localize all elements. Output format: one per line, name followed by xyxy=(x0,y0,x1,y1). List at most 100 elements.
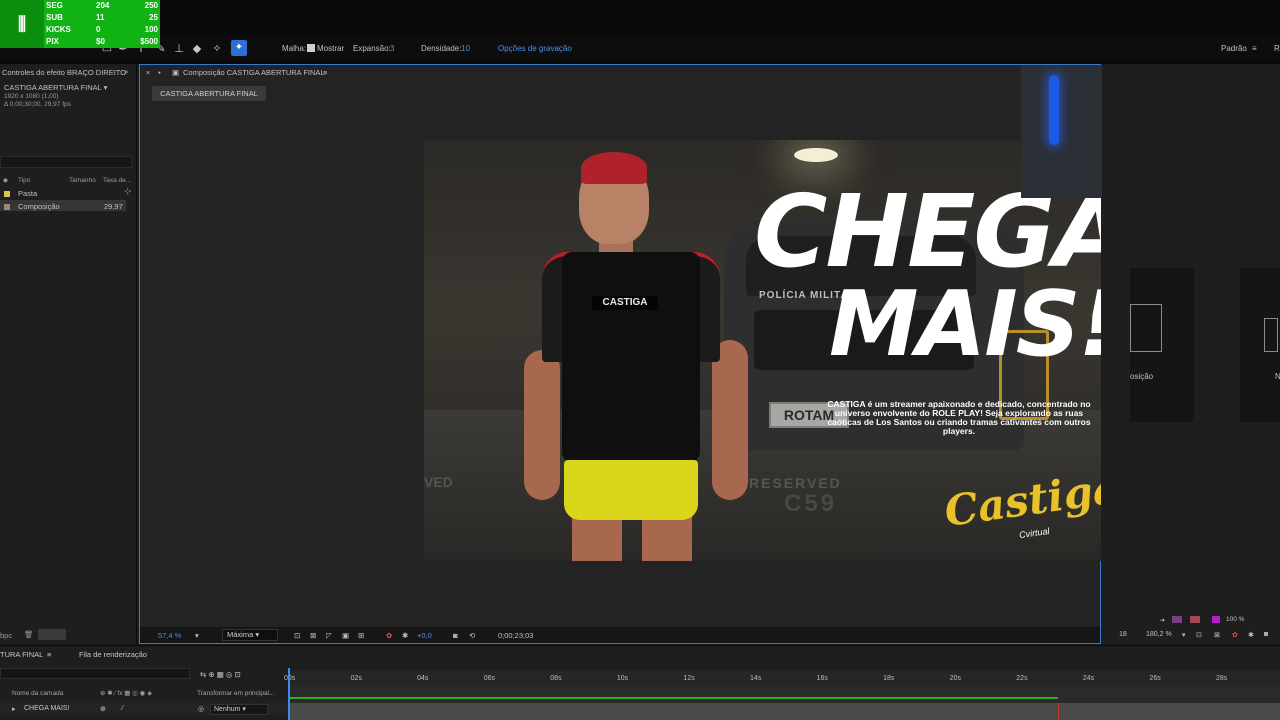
composition-tab[interactable]: Composição CASTIGA ABERTURA FINAL xyxy=(183,68,325,77)
work-area-bar[interactable] xyxy=(288,697,1058,699)
layer-name[interactable]: CHEGA MAIS! xyxy=(24,705,70,712)
column-size[interactable]: Tamanho xyxy=(69,177,96,184)
character-left-arm xyxy=(524,350,560,500)
checkbox-icon[interactable] xyxy=(307,44,315,52)
webcam-led-light xyxy=(1049,75,1059,145)
parent-select[interactable]: Nenhum ▾ xyxy=(210,704,268,715)
column-type[interactable]: Tipo xyxy=(18,177,30,184)
right-percent[interactable]: 100 % xyxy=(1226,616,1244,623)
stamp-tool-icon[interactable]: ⊥ xyxy=(172,42,186,56)
flowchart-icon[interactable]: ⊹ xyxy=(124,186,132,197)
timeline-ruler[interactable] xyxy=(288,670,1280,686)
composition-canvas[interactable]: POLÍCIA MILITAR ROTAM RESERVED C59 VED C… xyxy=(424,140,1101,561)
overlay-goal: $500 xyxy=(140,37,158,46)
frame-label: 18 xyxy=(1119,631,1127,638)
overlay-label: SUB xyxy=(46,13,63,22)
viewer-control-bar xyxy=(140,627,1100,643)
workspace-menu-icon[interactable]: ≡ xyxy=(1252,44,1257,53)
workspace-default[interactable]: Padrão xyxy=(1221,44,1247,53)
right-swatch-purple[interactable] xyxy=(1172,616,1182,623)
grid-icon[interactable]: ⊞ xyxy=(358,631,364,640)
densidade-value[interactable]: 10 xyxy=(461,44,470,53)
item-color-swatch[interactable] xyxy=(4,204,10,210)
lock-icon[interactable]: ▪ xyxy=(158,68,161,77)
right-settings-icon[interactable]: ✱ xyxy=(1248,631,1254,639)
layer-duration-bar[interactable] xyxy=(288,703,1280,720)
current-timecode[interactable]: 0;00;23;03 xyxy=(498,631,533,640)
project-panel xyxy=(0,64,137,644)
timeline-tick-label: 04s xyxy=(417,675,429,682)
overlay-goal: 25 xyxy=(149,13,158,22)
timeline-tick-label: 02s xyxy=(350,675,362,682)
overlay-value: 11 xyxy=(96,13,105,22)
eraser-tool-icon[interactable]: ◆ xyxy=(190,42,204,56)
composition-breadcrumb[interactable]: CASTIGA ABERTURA FINAL xyxy=(152,86,266,101)
timeline-switch-icons[interactable]: ⇆ ⊕ ▦ ◎ ⊡ xyxy=(200,670,241,679)
trash-icon[interactable]: 🗑 xyxy=(24,630,34,639)
project-item-rate: 29,97 xyxy=(104,202,123,211)
recording-options-link[interactable]: Opções de gravação xyxy=(498,44,572,53)
roto-brush-tool-icon[interactable]: ✧ xyxy=(210,42,224,56)
right-grid-icon[interactable]: ⊠ xyxy=(1214,631,1220,639)
channel-icon[interactable]: ✿ xyxy=(386,631,392,640)
color-settings-icon[interactable]: ✱ xyxy=(402,631,408,640)
timeline-tick-label: 20s xyxy=(949,675,961,682)
close-tab-icon[interactable]: × xyxy=(146,68,150,77)
timeline-tick-label: 14s xyxy=(750,675,762,682)
guides-icon[interactable]: ▣ xyxy=(342,631,349,640)
column-rate[interactable]: Taxa de... xyxy=(103,177,131,184)
right-zoom-dropdown-icon[interactable]: ▾ xyxy=(1182,631,1186,639)
right-view-icon[interactable]: ⊡ xyxy=(1196,631,1202,639)
tab-menu-icon[interactable]: ≡ xyxy=(323,68,327,77)
exposure-value[interactable]: +0,0 xyxy=(417,631,432,640)
zoom-level[interactable]: 57,4 % xyxy=(158,631,181,640)
snapshot-icon[interactable]: ◙ xyxy=(453,631,458,640)
zoom-dropdown-icon[interactable]: ▾ xyxy=(195,631,199,640)
timeline-comp-tab[interactable]: TURA FINAL xyxy=(0,650,43,659)
layer-shy-icon[interactable]: ⊕ xyxy=(100,705,106,713)
transparency-grid-icon[interactable]: ⊠ xyxy=(310,631,316,640)
project-comp-resolution: 1920 x 1080 (1,00) xyxy=(4,93,59,100)
overlay-row-pix: PIX $0 $500 xyxy=(44,36,160,48)
project-comp-name[interactable]: CASTIGA ABERTURA FINAL ▾ xyxy=(4,83,107,92)
parent-column[interactable]: Transformar em principal... xyxy=(197,690,274,697)
timeline-tab-menu-icon[interactable]: ≡ xyxy=(47,650,51,659)
mask-icon[interactable]: ◸ xyxy=(326,631,332,640)
layer-expand-icon[interactable]: ▸ xyxy=(12,705,16,713)
region-icon[interactable]: ⊡ xyxy=(294,631,300,640)
timeline-search-input[interactable] xyxy=(0,668,190,679)
project-item-label[interactable]: Composição xyxy=(18,202,60,211)
overlay-value: 0 xyxy=(96,25,101,34)
right-snapshot-icon[interactable]: ◙ xyxy=(1264,631,1268,638)
right-swatch-magenta[interactable] xyxy=(1212,616,1220,623)
effect-controls-tab[interactable]: Controles do efeito BRAÇO DIREITO xyxy=(2,68,126,77)
render-queue-tab[interactable]: Fila de renderização xyxy=(79,650,147,659)
show-snapshot-icon[interactable]: ⟲ xyxy=(469,631,475,640)
panel-expand-icon[interactable]: » xyxy=(124,67,128,76)
puppet-pin-tool-icon[interactable]: ✦ xyxy=(231,40,247,56)
right-arrow-icon[interactable]: ➜ xyxy=(1160,617,1165,624)
playhead[interactable] xyxy=(288,668,290,720)
workspace-next[interactable]: R xyxy=(1274,44,1280,53)
right-swatch-red[interactable] xyxy=(1190,616,1200,623)
expansao-value[interactable]: 3 xyxy=(390,44,394,53)
parent-pickwhip-icon[interactable]: ◎ xyxy=(198,705,204,713)
label-color-icon[interactable]: ◆ xyxy=(3,176,8,184)
timeline-tick-label: 08s xyxy=(550,675,562,682)
overlay-row-kicks: KICKS 0 100 xyxy=(44,24,160,36)
mostrar-label: Mostrar xyxy=(317,44,345,53)
timeline-tick-label: 18s xyxy=(883,675,895,682)
right-channel-icon[interactable]: ✿ xyxy=(1232,631,1238,639)
bpc-label[interactable]: bpc xyxy=(0,631,12,640)
layer-name-column[interactable]: Nome da camada xyxy=(12,690,63,697)
item-color-swatch[interactable] xyxy=(4,191,10,197)
layer-switches-icons[interactable]: ⊕ ✱ ⁄ fx ▦ ◎ ◉ ◈ xyxy=(100,689,152,697)
project-footer-slider[interactable] xyxy=(38,629,66,640)
project-item-label[interactable]: Pasta xyxy=(18,189,37,198)
resolution-select[interactable]: Máxima ▾ xyxy=(222,629,278,641)
layer-quality-icon[interactable]: ⁄ xyxy=(122,705,123,712)
ceiling-lamp xyxy=(794,148,838,162)
project-search-input[interactable] xyxy=(0,156,132,168)
right-zoom[interactable]: 180,2 % xyxy=(1146,631,1172,638)
mostrar-checkbox[interactable]: Mostrar xyxy=(307,44,344,53)
